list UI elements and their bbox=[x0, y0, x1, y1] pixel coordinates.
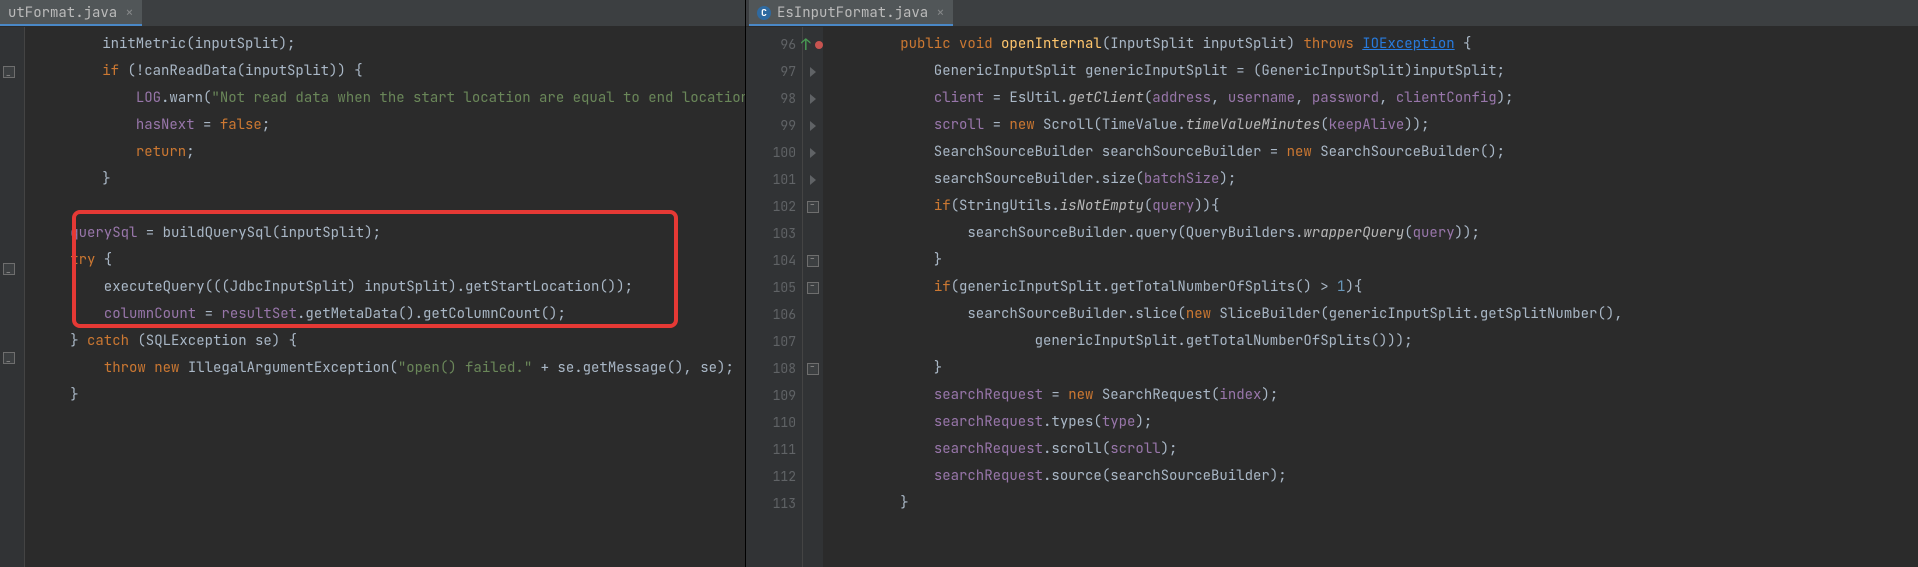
line-number: 108 bbox=[746, 355, 796, 382]
code-line[interactable]: } bbox=[833, 490, 1918, 517]
code-line[interactable]: initMetric(inputSplit); bbox=[35, 31, 745, 58]
code-line[interactable]: if(StringUtils.isNotEmpty(query)){ bbox=[833, 193, 1918, 220]
close-icon[interactable]: × bbox=[936, 4, 944, 22]
code-line[interactable]: return; bbox=[35, 139, 745, 166]
close-icon[interactable]: × bbox=[125, 4, 133, 22]
code-line[interactable]: try { bbox=[25, 247, 745, 274]
gutter-mark[interactable] bbox=[803, 328, 823, 355]
code-line[interactable]: if (!canReadData(inputSplit)) { bbox=[35, 58, 745, 85]
code-line[interactable]: } bbox=[833, 355, 1918, 382]
line-number: 112 bbox=[746, 463, 796, 490]
line-number: 107 bbox=[746, 328, 796, 355]
code-line[interactable]: searchSourceBuilder.size(batchSize); bbox=[833, 166, 1918, 193]
code-line[interactable]: LOG.warn("Not read data when the start l… bbox=[35, 85, 745, 112]
line-number: 100 bbox=[746, 139, 796, 166]
gutter-mark[interactable] bbox=[803, 490, 823, 517]
line-number: 102 bbox=[746, 193, 796, 220]
gutter-mark[interactable] bbox=[803, 193, 823, 220]
gutter-mark[interactable] bbox=[803, 166, 823, 193]
code-line[interactable]: scroll = new Scroll(TimeValue.timeValueM… bbox=[833, 112, 1918, 139]
code-line[interactable]: throw new IllegalArgumentException("open… bbox=[25, 355, 745, 382]
line-number: 97 bbox=[746, 58, 796, 85]
code-line[interactable]: client = EsUtil.getClient(address, usern… bbox=[833, 85, 1918, 112]
editor-right[interactable]: 9697989910010110210310410510610710810911… bbox=[746, 27, 1918, 567]
line-number: 109 bbox=[746, 382, 796, 409]
code-line[interactable]: genericInputSplit.getTotalNumberOfSplits… bbox=[833, 328, 1918, 355]
tab-title: utFormat.java bbox=[8, 4, 117, 22]
tab-strip-left: utFormat.java × bbox=[0, 0, 745, 27]
ide-root: utFormat.java × initMetric(inputSplit); … bbox=[0, 0, 1918, 567]
code-line[interactable]: querySql = buildQuerySql(inputSplit); bbox=[25, 220, 745, 247]
gutter-mark[interactable] bbox=[803, 85, 823, 112]
line-number: 104 bbox=[746, 247, 796, 274]
code-line[interactable]: GenericInputSplit genericInputSplit = (G… bbox=[833, 58, 1918, 85]
active-underline bbox=[749, 24, 953, 26]
line-number: 105 bbox=[746, 274, 796, 301]
line-number: 96 bbox=[746, 31, 796, 58]
code-line[interactable]: public void openInternal(InputSplit inpu… bbox=[833, 31, 1918, 58]
gutter-mark[interactable] bbox=[803, 436, 823, 463]
gutter-mark[interactable]: ↑ bbox=[803, 31, 823, 58]
code-line[interactable]: columnCount = resultSet.getMetaData().ge… bbox=[25, 301, 745, 328]
gutter-mark[interactable] bbox=[803, 220, 823, 247]
left-editor-pane: utFormat.java × initMetric(inputSplit); … bbox=[0, 0, 746, 567]
code-left[interactable]: initMetric(inputSplit); if (!canReadData… bbox=[25, 27, 745, 567]
gutter-mark[interactable] bbox=[803, 274, 823, 301]
code-line[interactable]: searchRequest = new SearchRequest(index)… bbox=[833, 382, 1918, 409]
code-right[interactable]: public void openInternal(InputSplit inpu… bbox=[823, 27, 1918, 567]
gutter-mark[interactable] bbox=[803, 247, 823, 274]
right-editor-pane: C EsInputFormat.java × 96979899100101102… bbox=[746, 0, 1918, 567]
file-tab-left[interactable]: utFormat.java × bbox=[0, 0, 142, 26]
code-line[interactable]: searchRequest.source(searchSourceBuilder… bbox=[833, 463, 1918, 490]
fold-gutter-right: ↑ bbox=[803, 27, 823, 567]
gutter-mark[interactable] bbox=[803, 463, 823, 490]
gutter-mark[interactable] bbox=[803, 301, 823, 328]
code-line[interactable] bbox=[35, 193, 745, 220]
code-line[interactable]: } bbox=[35, 166, 745, 193]
code-line[interactable]: searchRequest.types(type); bbox=[833, 409, 1918, 436]
line-number: 110 bbox=[746, 409, 796, 436]
editor-left[interactable]: initMetric(inputSplit); if (!canReadData… bbox=[0, 27, 745, 567]
code-line[interactable]: searchSourceBuilder.query(QueryBuilders.… bbox=[833, 220, 1918, 247]
line-numbers-right: 9697989910010110210310410510610710810911… bbox=[746, 27, 803, 567]
code-line[interactable]: SearchSourceBuilder searchSourceBuilder … bbox=[833, 139, 1918, 166]
line-number: 98 bbox=[746, 85, 796, 112]
line-number: 113 bbox=[746, 490, 796, 517]
active-underline bbox=[0, 24, 142, 26]
line-number: 111 bbox=[746, 436, 796, 463]
tab-title: EsInputFormat.java bbox=[777, 4, 928, 22]
gutter-mark[interactable] bbox=[803, 382, 823, 409]
file-tab-right[interactable]: C EsInputFormat.java × bbox=[749, 0, 953, 26]
gutter-mark[interactable] bbox=[803, 355, 823, 382]
gutter-mark[interactable] bbox=[803, 112, 823, 139]
line-number: 99 bbox=[746, 112, 796, 139]
code-line[interactable]: if(genericInputSplit.getTotalNumberOfSpl… bbox=[833, 274, 1918, 301]
code-line[interactable]: } bbox=[833, 247, 1918, 274]
code-line[interactable]: } bbox=[25, 382, 745, 409]
code-line[interactable]: hasNext = false; bbox=[35, 112, 745, 139]
code-line[interactable]: executeQuery(((JdbcInputSplit) inputSpli… bbox=[25, 274, 745, 301]
line-number: 101 bbox=[746, 166, 796, 193]
tab-strip-right: C EsInputFormat.java × bbox=[746, 0, 1918, 27]
code-line[interactable]: searchRequest.scroll(scroll); bbox=[833, 436, 1918, 463]
gutter-mark[interactable] bbox=[803, 409, 823, 436]
line-number: 103 bbox=[746, 220, 796, 247]
code-line[interactable]: searchSourceBuilder.slice(new SliceBuild… bbox=[833, 301, 1918, 328]
gutter-mark[interactable] bbox=[803, 139, 823, 166]
line-number: 106 bbox=[746, 301, 796, 328]
gutter-mark[interactable] bbox=[803, 58, 823, 85]
java-class-icon: C bbox=[757, 6, 771, 20]
code-line[interactable]: } catch (SQLException se) { bbox=[25, 328, 745, 355]
gutter-left bbox=[0, 27, 25, 567]
